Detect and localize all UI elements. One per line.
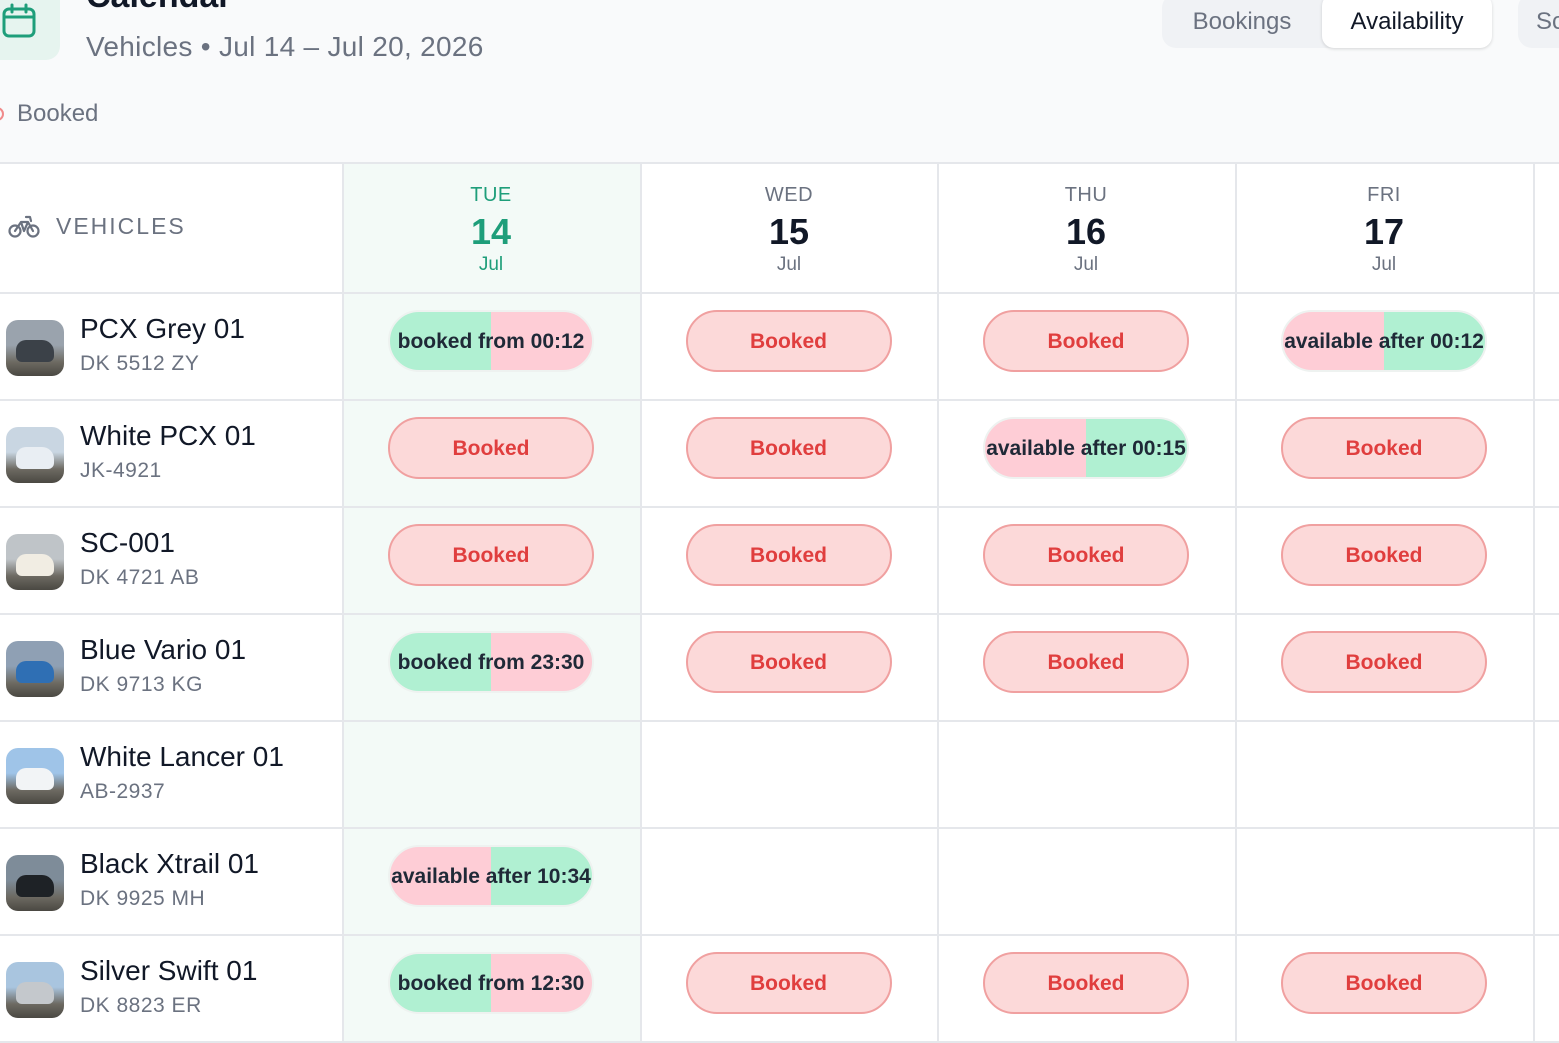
today-column-highlight [342,164,640,1041]
day-number: 17 [1363,211,1405,252]
vehicle-thumbnail-body [16,661,54,683]
booked-pill[interactable]: Booked [1281,524,1487,586]
vehicle-plate: DK 9713 KG [80,673,203,696]
page-header: Calendar Vehicles • Jul 14 – Jul 20, 202… [0,0,1559,163]
vehicle-thumbnail [6,855,64,911]
day-month: Jul [776,254,802,275]
legend: Booked [0,98,98,130]
day-of-week: WED [764,184,814,206]
column-divider [1235,164,1237,1041]
calendar-icon [2,3,36,38]
day-number: 14 [470,211,512,252]
booked-from-pill[interactable]: booked from 12:30 [388,952,594,1014]
day-month: Jul [1073,254,1099,275]
vehicle-thumbnail [6,320,64,376]
vehicle-plate: DK 5512 ZY [80,352,200,375]
booked-pill[interactable]: Booked [983,524,1189,586]
vehicle-thumbnail-body [16,554,54,576]
vehicle-thumbnail [6,641,64,697]
vehicle-thumbnail-body [16,768,54,790]
vehicle-row[interactable]: White Lancer 01 AB-2937 [0,722,340,827]
vehicles-header-label: VEHICLES [56,212,186,239]
vehicle-thumbnail-body [16,875,54,897]
tab-availability[interactable]: Availability [1322,0,1492,48]
vehicle-name: PCX Grey 01 [80,313,245,344]
day-of-week: THU [1064,184,1108,206]
page-title: Calendar [86,0,232,16]
day-month: Jul [1371,254,1397,275]
day-of-week: TUE [470,184,512,206]
booked-pill[interactable]: Booked [685,952,892,1014]
vehicle-plate: AB-2937 [80,780,166,803]
booked-pill[interactable]: Booked [685,310,892,372]
vehicle-plate: DK 8823 ER [80,994,202,1017]
vehicle-thumbnail [6,962,64,1018]
vehicle-plate: DK 4721 AB [80,566,200,589]
available-after-pill[interactable]: available after 00:12 [1281,310,1487,372]
column-divider [342,164,344,1041]
available-after-pill[interactable]: available after 00:15 [983,417,1189,479]
booked-pill[interactable]: Booked [983,631,1189,693]
day-month: Jul [478,254,504,275]
booked-pill[interactable]: Booked [983,952,1189,1014]
vehicles-column-header: VEHICLES [8,212,186,240]
vehicle-name: White PCX 01 [80,420,256,451]
vehicle-name: SC-001 [80,527,175,558]
bike-icon [8,215,40,238]
booked-from-pill[interactable]: booked from 23:30 [388,631,594,693]
booked-pill[interactable]: Booked [388,417,594,479]
vehicle-thumbnail-body [16,982,54,1004]
vehicle-row[interactable]: Black Xtrail 01 DK 9925 MH [0,829,340,934]
day-header: WED 15 Jul [641,164,937,292]
day-number: 16 [1065,211,1107,252]
tab-bookings[interactable]: Bookings [1162,0,1322,48]
vehicle-thumbnail [6,534,64,590]
day-header: FRI 17 Jul [1236,164,1532,292]
booked-pill[interactable]: Booked [685,524,892,586]
column-divider [937,164,939,1041]
availability-grid: VEHICLES TUE 14 Jul WED 15 Jul THU 16 Jul FRI 17 Ju… [0,162,1559,1043]
legend-booked-label: Booked [17,100,99,127]
page-subtitle: Vehicles • Jul 14 – Jul 20, 2026 [86,31,484,62]
view-toggle: Bookings Availability [1162,0,1492,48]
booked-pill[interactable]: Booked [388,524,594,586]
day-number: 15 [768,211,810,252]
vehicle-row[interactable]: Blue Vario 01 DK 9713 KG [0,615,340,720]
vehicle-plate: DK 9925 MH [80,887,206,910]
vehicle-thumbnail-body [16,447,54,469]
calendar-icon-tile [0,0,60,60]
day-header: THU 16 Jul [938,164,1234,292]
vehicle-thumbnail [6,427,64,483]
vehicle-name: White Lancer 01 [80,741,284,772]
day-header: TUE 14 Jul [343,164,639,292]
vehicle-thumbnail-body [16,340,54,362]
booked-pill[interactable]: Booked [1281,631,1487,693]
vehicle-row[interactable]: PCX Grey 01 DK 5512 ZY [0,294,340,399]
booked-pill[interactable]: Booked [685,631,892,693]
vehicle-row[interactable]: White PCX 01 JK-4921 [0,401,340,506]
booked-pill[interactable]: Booked [685,417,892,479]
extra-toggle-button[interactable]: Sc [1518,0,1559,48]
vehicle-thumbnail [6,748,64,804]
vehicle-name: Black Xtrail 01 [80,848,259,879]
day-of-week: FRI [1367,184,1401,206]
vehicle-row[interactable]: Silver Swift 01 DK 8823 ER [0,936,340,1041]
vehicle-name: Blue Vario 01 [80,634,247,665]
vehicle-name: Silver Swift 01 [80,955,258,986]
column-divider [640,164,642,1041]
vehicle-plate: JK-4921 [80,459,162,482]
column-divider [1533,164,1535,1041]
vehicle-row[interactable]: SC-001 DK 4721 AB [0,508,340,613]
booked-pill[interactable]: Booked [983,310,1189,372]
booked-pill[interactable]: Booked [1281,952,1487,1014]
booked-pill[interactable]: Booked [1281,417,1487,479]
available-after-pill[interactable]: available after 10:34 [388,845,594,907]
booked-legend-dot [0,107,4,121]
booked-from-pill[interactable]: booked from 00:12 [388,310,594,372]
